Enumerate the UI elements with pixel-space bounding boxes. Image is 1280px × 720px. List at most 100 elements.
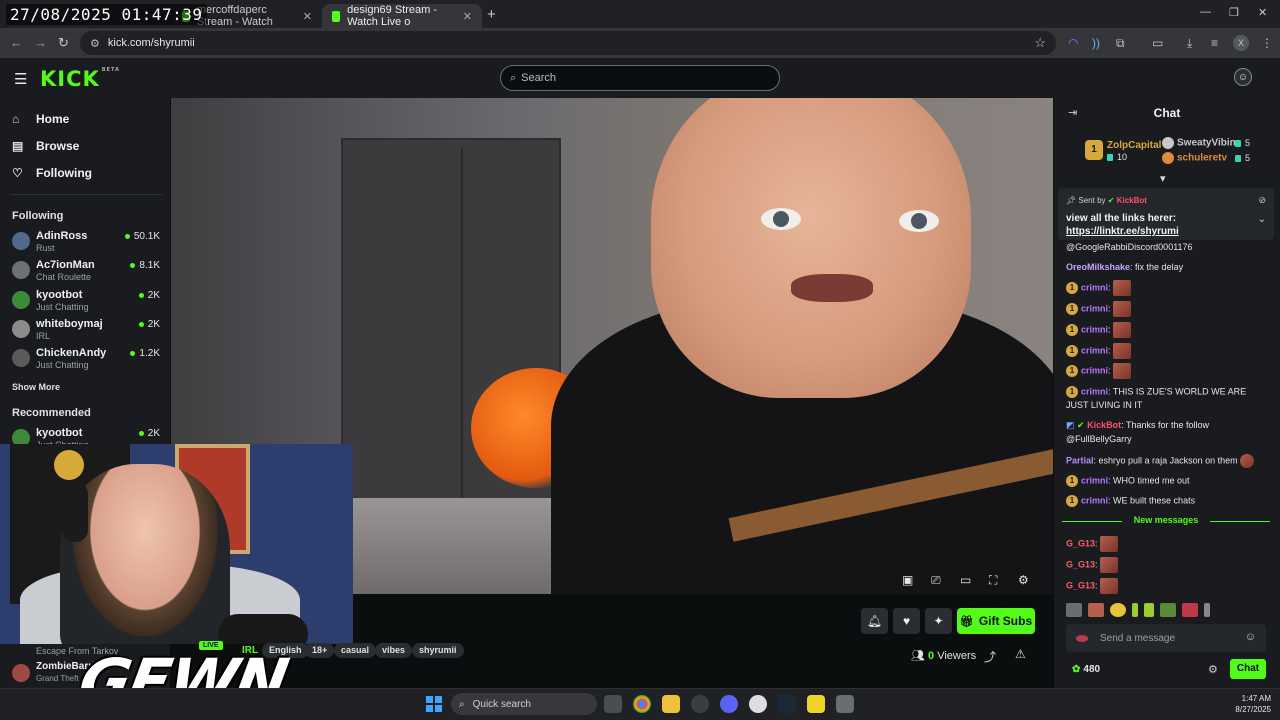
video-door-seam xyxy=(461,148,463,548)
sidebar-channel-adinross[interactable]: AdinRoss Rust 50.1K xyxy=(12,228,160,256)
pinned-message[interactable]: 📌︎ Sent by ✔ KickBot view all the links … xyxy=(1058,188,1274,240)
reading-list-icon[interactable]: ≡ xyxy=(1211,36,1218,50)
notifications-bell-button[interactable]: 🔔︎ xyxy=(861,608,888,634)
webcam-sun-emblem xyxy=(54,450,84,480)
emote-icon[interactable] xyxy=(1144,603,1154,617)
emote-icon[interactable] xyxy=(1110,603,1126,617)
sub-badge-icon: 1 xyxy=(1066,282,1078,294)
close-window-icon[interactable]: ✕ xyxy=(1258,6,1267,19)
new-messages-divider[interactable]: New messages xyxy=(1062,515,1270,527)
tab-design69[interactable]: design69 Stream - Watch Live o ✕ xyxy=(322,4,482,28)
emote-icon[interactable] xyxy=(1066,603,1082,617)
site-info-icon[interactable]: ⚙ xyxy=(90,37,100,50)
gift-subs-button[interactable]: 🎁︎ Gift Subs xyxy=(957,608,1035,634)
extension-icon[interactable]: ◠ xyxy=(1068,36,1078,50)
pinned-link[interactable]: https://linktr.ee/shyrumi xyxy=(1066,226,1179,237)
tag-casual[interactable]: casual xyxy=(334,643,377,658)
sub-badge-icon: 1 xyxy=(1066,386,1078,398)
emote-icon[interactable] xyxy=(1182,603,1198,617)
tag-shyrumii[interactable]: shyrumii xyxy=(412,643,464,658)
chat-message-continuation: JUST LIVING IN IT xyxy=(1066,400,1143,410)
theater-mode-icon[interactable]: ▭ xyxy=(960,573,971,587)
settings-gear-icon[interactable]: ⚙ xyxy=(1018,573,1029,587)
chat-settings-icon[interactable]: ⚙ xyxy=(1208,663,1218,676)
clip-icon[interactable]: ⎚ xyxy=(931,573,941,588)
mini-player-icon[interactable]: ▣ xyxy=(902,573,913,587)
avatar xyxy=(12,261,30,279)
profile-avatar[interactable]: X xyxy=(1233,35,1249,51)
sub-badge-icon: 1 xyxy=(1066,345,1078,357)
chat-message: ◩ ✔ KickBot: Thanks for the follow xyxy=(1066,420,1209,430)
url-field[interactable]: ⚙ kick.com/shyrumii ☆ xyxy=(80,31,1056,55)
follow-heart-button[interactable]: ♥ xyxy=(893,608,920,634)
report-warning-icon[interactable]: ⚠ xyxy=(1015,647,1026,661)
hide-pin-icon[interactable]: ⊘ xyxy=(1258,195,1266,206)
sidebar-channel-ac7ionman[interactable]: Ac7ionMan Chat Roulette 8.1K xyxy=(12,257,160,285)
file-explorer-icon[interactable] xyxy=(662,695,680,713)
site-header: ☰ KICK BETA ⌕ Search xyxy=(0,58,1280,98)
app-icon[interactable] xyxy=(836,695,854,713)
sidebar-item-home[interactable]: ⌂ Home xyxy=(12,112,69,126)
emote-icon[interactable] xyxy=(1088,603,1104,617)
emote-icon[interactable] xyxy=(1160,603,1176,617)
tag-vibes[interactable]: vibes xyxy=(375,643,413,658)
tab-close-icon[interactable]: ✕ xyxy=(463,10,472,23)
windows-start-icon[interactable] xyxy=(426,696,442,712)
browser-menu-icon[interactable]: ⋮ xyxy=(1261,36,1273,50)
minimize-icon[interactable]: — xyxy=(1200,6,1211,18)
discord-icon[interactable] xyxy=(720,695,738,713)
sidebar-channel-chickenandy[interactable]: ChickenAndy Just Chatting 1.2K xyxy=(12,345,160,373)
chat-message: 1 crimni: xyxy=(1066,363,1132,379)
gifter-name[interactable]: SweatyVibin xyxy=(1162,137,1236,149)
sparkle-button[interactable]: ✦ xyxy=(925,608,952,634)
send-chat-button[interactable]: Chat xyxy=(1230,659,1266,679)
cast-icon[interactable]: ▭ xyxy=(1152,36,1163,50)
gifter-badge-icon xyxy=(1162,152,1174,164)
chrome-icon[interactable] xyxy=(633,695,651,713)
new-tab-icon[interactable]: + xyxy=(487,6,496,23)
forward-icon[interactable]: → xyxy=(34,35,47,50)
steam-icon[interactable] xyxy=(778,695,796,713)
chat-message: 1 crimni: WE built these chats xyxy=(1066,495,1195,507)
clock-app-icon[interactable] xyxy=(749,695,767,713)
sidebar-item-browse[interactable]: ▤ Browse xyxy=(12,139,79,153)
avatar xyxy=(12,291,30,309)
gifter-name[interactable]: schuleretv xyxy=(1162,152,1227,164)
task-view-icon[interactable] xyxy=(604,695,622,713)
user-avatar[interactable]: ☺ xyxy=(1234,68,1252,86)
fullscreen-icon[interactable]: ⛶ xyxy=(989,573,997,588)
menu-icon[interactable]: ☰ xyxy=(14,70,27,88)
extension-icon[interactable]: )) xyxy=(1092,36,1100,50)
viewer-count-display: 👥︎ 0 Viewers xyxy=(911,650,977,662)
sidebar-item-following[interactable]: ♡ Following xyxy=(12,166,92,180)
download-icon[interactable]: ⤓ xyxy=(1187,36,1192,51)
extensions-puzzle-icon[interactable]: ⧉ xyxy=(1116,36,1125,51)
channel-points[interactable]: ✿ 480 xyxy=(1072,664,1100,675)
taskbar-search[interactable]: ⌕ Quick search xyxy=(451,693,597,715)
back-icon[interactable]: ← xyxy=(10,35,23,50)
emote-icon[interactable] xyxy=(1132,603,1138,617)
chat-message: G_G13: xyxy=(1066,578,1119,594)
kick-logo[interactable]: KICK BETA xyxy=(40,67,120,91)
emote-icon[interactable] xyxy=(1204,603,1210,617)
chat-filter-icon[interactable]: ▾ xyxy=(1160,172,1166,185)
app-icon[interactable] xyxy=(691,695,709,713)
sidebar-channel-whiteboymaj[interactable]: whiteboymaj IRL 2K xyxy=(12,316,160,344)
sidebar-channel-kyootbot[interactable]: kyootbot Just Chatting 2K xyxy=(12,287,160,315)
chevron-down-icon[interactable]: ⌄ xyxy=(1258,214,1266,225)
emoji-picker-icon[interactable]: ☺ xyxy=(1245,631,1256,643)
search-input[interactable]: ⌕ Search xyxy=(500,65,780,91)
system-clock[interactable]: 1:47 AM 8/27/2025 xyxy=(1225,693,1271,715)
show-more-link[interactable]: Show More xyxy=(12,382,60,392)
tag-18plus[interactable]: 18+ xyxy=(305,643,335,658)
bookmark-star-icon[interactable]: ☆ xyxy=(1034,35,1046,51)
tab-close-icon[interactable]: ✕ xyxy=(303,10,312,23)
address-bar-row: ← → ↻ ⚙ kick.com/shyrumii ☆ ◠ )) ⧉ ▭ ⤓ ≡… xyxy=(0,28,1280,58)
restore-icon[interactable]: ❐ xyxy=(1229,6,1239,19)
sub-badge-icon: 1 xyxy=(1066,303,1078,315)
reload-icon[interactable]: ↻ xyxy=(58,35,69,51)
app-icon[interactable] xyxy=(807,695,825,713)
top-gifter-name[interactable]: ZolpCapital xyxy=(1107,140,1161,151)
chat-message-input[interactable]: Send a message ☺ xyxy=(1066,624,1266,652)
share-icon[interactable]: ⤴ xyxy=(984,648,996,665)
